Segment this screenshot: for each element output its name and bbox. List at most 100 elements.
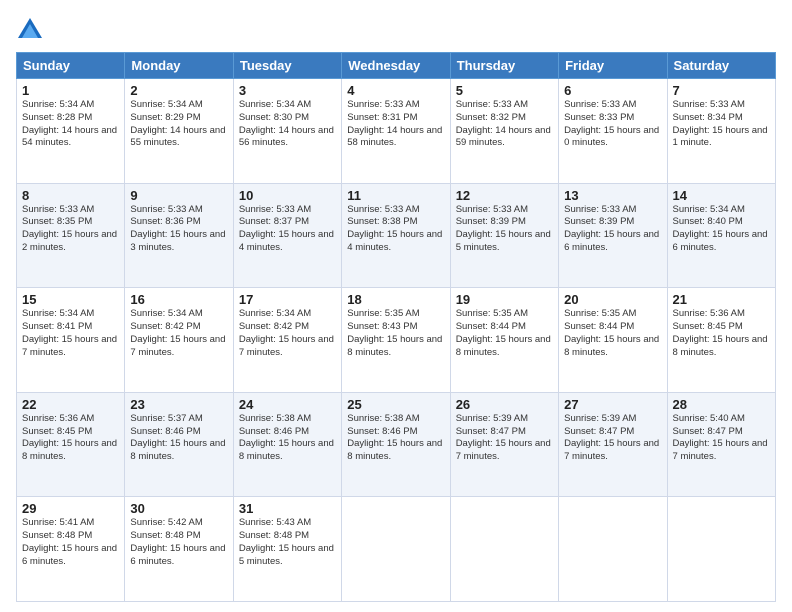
- day-info: Sunrise: 5:34 AMSunset: 8:41 PMDaylight:…: [22, 308, 119, 359]
- day-info: Sunrise: 5:35 AMSunset: 8:44 PMDaylight:…: [456, 308, 553, 359]
- day-info: Sunrise: 5:33 AMSunset: 8:35 PMDaylight:…: [22, 204, 119, 255]
- day-number: 20: [564, 292, 661, 307]
- day-info: Sunrise: 5:34 AMSunset: 8:30 PMDaylight:…: [239, 99, 336, 150]
- day-cell: 25Sunrise: 5:38 AMSunset: 8:46 PMDayligh…: [342, 392, 450, 497]
- day-cell: 15Sunrise: 5:34 AMSunset: 8:41 PMDayligh…: [17, 288, 125, 393]
- day-info: Sunrise: 5:36 AMSunset: 8:45 PMDaylight:…: [673, 308, 770, 359]
- header-saturday: Saturday: [667, 53, 775, 79]
- day-number: 14: [673, 188, 770, 203]
- day-cell: 30Sunrise: 5:42 AMSunset: 8:48 PMDayligh…: [125, 497, 233, 602]
- day-cell: 22Sunrise: 5:36 AMSunset: 8:45 PMDayligh…: [17, 392, 125, 497]
- week-row-2: 8Sunrise: 5:33 AMSunset: 8:35 PMDaylight…: [17, 183, 776, 288]
- day-cell: 14Sunrise: 5:34 AMSunset: 8:40 PMDayligh…: [667, 183, 775, 288]
- day-number: 22: [22, 397, 119, 412]
- logo: [16, 16, 48, 44]
- day-number: 5: [456, 83, 553, 98]
- day-info: Sunrise: 5:33 AMSunset: 8:31 PMDaylight:…: [347, 99, 444, 150]
- day-cell: [342, 497, 450, 602]
- day-info: Sunrise: 5:33 AMSunset: 8:32 PMDaylight:…: [456, 99, 553, 150]
- day-info: Sunrise: 5:43 AMSunset: 8:48 PMDaylight:…: [239, 517, 336, 568]
- day-info: Sunrise: 5:39 AMSunset: 8:47 PMDaylight:…: [564, 413, 661, 464]
- day-info: Sunrise: 5:39 AMSunset: 8:47 PMDaylight:…: [456, 413, 553, 464]
- day-info: Sunrise: 5:41 AMSunset: 8:48 PMDaylight:…: [22, 517, 119, 568]
- day-cell: [559, 497, 667, 602]
- day-number: 30: [130, 501, 227, 516]
- day-info: Sunrise: 5:33 AMSunset: 8:33 PMDaylight:…: [564, 99, 661, 150]
- day-cell: 12Sunrise: 5:33 AMSunset: 8:39 PMDayligh…: [450, 183, 558, 288]
- day-number: 2: [130, 83, 227, 98]
- week-row-1: 1Sunrise: 5:34 AMSunset: 8:28 PMDaylight…: [17, 79, 776, 184]
- day-info: Sunrise: 5:33 AMSunset: 8:39 PMDaylight:…: [456, 204, 553, 255]
- day-cell: 9Sunrise: 5:33 AMSunset: 8:36 PMDaylight…: [125, 183, 233, 288]
- day-cell: 4Sunrise: 5:33 AMSunset: 8:31 PMDaylight…: [342, 79, 450, 184]
- week-row-3: 15Sunrise: 5:34 AMSunset: 8:41 PMDayligh…: [17, 288, 776, 393]
- day-info: Sunrise: 5:36 AMSunset: 8:45 PMDaylight:…: [22, 413, 119, 464]
- day-info: Sunrise: 5:33 AMSunset: 8:37 PMDaylight:…: [239, 204, 336, 255]
- day-info: Sunrise: 5:38 AMSunset: 8:46 PMDaylight:…: [239, 413, 336, 464]
- week-row-4: 22Sunrise: 5:36 AMSunset: 8:45 PMDayligh…: [17, 392, 776, 497]
- day-cell: 13Sunrise: 5:33 AMSunset: 8:39 PMDayligh…: [559, 183, 667, 288]
- day-cell: 24Sunrise: 5:38 AMSunset: 8:46 PMDayligh…: [233, 392, 341, 497]
- header-sunday: Sunday: [17, 53, 125, 79]
- header-tuesday: Tuesday: [233, 53, 341, 79]
- header-wednesday: Wednesday: [342, 53, 450, 79]
- day-number: 7: [673, 83, 770, 98]
- day-cell: 6Sunrise: 5:33 AMSunset: 8:33 PMDaylight…: [559, 79, 667, 184]
- day-number: 31: [239, 501, 336, 516]
- day-number: 24: [239, 397, 336, 412]
- day-info: Sunrise: 5:33 AMSunset: 8:34 PMDaylight:…: [673, 99, 770, 150]
- day-number: 6: [564, 83, 661, 98]
- day-cell: 20Sunrise: 5:35 AMSunset: 8:44 PMDayligh…: [559, 288, 667, 393]
- calendar-page: SundayMondayTuesdayWednesdayThursdayFrid…: [0, 0, 792, 612]
- day-number: 28: [673, 397, 770, 412]
- day-info: Sunrise: 5:33 AMSunset: 8:36 PMDaylight:…: [130, 204, 227, 255]
- day-cell: 2Sunrise: 5:34 AMSunset: 8:29 PMDaylight…: [125, 79, 233, 184]
- day-number: 13: [564, 188, 661, 203]
- day-number: 8: [22, 188, 119, 203]
- day-number: 3: [239, 83, 336, 98]
- day-cell: 21Sunrise: 5:36 AMSunset: 8:45 PMDayligh…: [667, 288, 775, 393]
- day-cell: 28Sunrise: 5:40 AMSunset: 8:47 PMDayligh…: [667, 392, 775, 497]
- day-cell: 7Sunrise: 5:33 AMSunset: 8:34 PMDaylight…: [667, 79, 775, 184]
- day-cell: 18Sunrise: 5:35 AMSunset: 8:43 PMDayligh…: [342, 288, 450, 393]
- logo-icon: [16, 16, 44, 44]
- day-cell: 27Sunrise: 5:39 AMSunset: 8:47 PMDayligh…: [559, 392, 667, 497]
- day-cell: 26Sunrise: 5:39 AMSunset: 8:47 PMDayligh…: [450, 392, 558, 497]
- day-number: 25: [347, 397, 444, 412]
- header-row: SundayMondayTuesdayWednesdayThursdayFrid…: [17, 53, 776, 79]
- day-info: Sunrise: 5:37 AMSunset: 8:46 PMDaylight:…: [130, 413, 227, 464]
- day-number: 26: [456, 397, 553, 412]
- header-thursday: Thursday: [450, 53, 558, 79]
- day-info: Sunrise: 5:34 AMSunset: 8:42 PMDaylight:…: [239, 308, 336, 359]
- day-cell: 1Sunrise: 5:34 AMSunset: 8:28 PMDaylight…: [17, 79, 125, 184]
- calendar-header: SundayMondayTuesdayWednesdayThursdayFrid…: [17, 53, 776, 79]
- calendar-table: SundayMondayTuesdayWednesdayThursdayFrid…: [16, 52, 776, 602]
- header-friday: Friday: [559, 53, 667, 79]
- day-cell: 5Sunrise: 5:33 AMSunset: 8:32 PMDaylight…: [450, 79, 558, 184]
- day-cell: 3Sunrise: 5:34 AMSunset: 8:30 PMDaylight…: [233, 79, 341, 184]
- day-info: Sunrise: 5:33 AMSunset: 8:38 PMDaylight:…: [347, 204, 444, 255]
- day-number: 17: [239, 292, 336, 307]
- day-cell: 17Sunrise: 5:34 AMSunset: 8:42 PMDayligh…: [233, 288, 341, 393]
- day-number: 15: [22, 292, 119, 307]
- day-cell: 16Sunrise: 5:34 AMSunset: 8:42 PMDayligh…: [125, 288, 233, 393]
- day-info: Sunrise: 5:35 AMSunset: 8:44 PMDaylight:…: [564, 308, 661, 359]
- day-number: 10: [239, 188, 336, 203]
- day-info: Sunrise: 5:33 AMSunset: 8:39 PMDaylight:…: [564, 204, 661, 255]
- day-number: 19: [456, 292, 553, 307]
- day-info: Sunrise: 5:42 AMSunset: 8:48 PMDaylight:…: [130, 517, 227, 568]
- day-number: 12: [456, 188, 553, 203]
- header-monday: Monday: [125, 53, 233, 79]
- page-header: [16, 16, 776, 44]
- day-number: 16: [130, 292, 227, 307]
- day-number: 21: [673, 292, 770, 307]
- day-cell: 31Sunrise: 5:43 AMSunset: 8:48 PMDayligh…: [233, 497, 341, 602]
- day-number: 23: [130, 397, 227, 412]
- day-number: 4: [347, 83, 444, 98]
- day-cell: 8Sunrise: 5:33 AMSunset: 8:35 PMDaylight…: [17, 183, 125, 288]
- day-info: Sunrise: 5:35 AMSunset: 8:43 PMDaylight:…: [347, 308, 444, 359]
- day-cell: [667, 497, 775, 602]
- day-info: Sunrise: 5:40 AMSunset: 8:47 PMDaylight:…: [673, 413, 770, 464]
- day-number: 29: [22, 501, 119, 516]
- day-number: 9: [130, 188, 227, 203]
